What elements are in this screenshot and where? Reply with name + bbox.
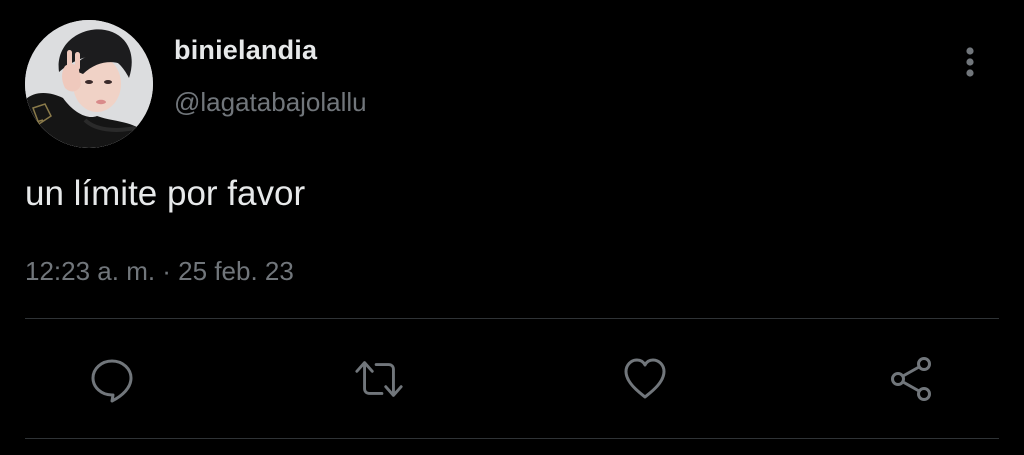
more-vertical-icon bbox=[966, 47, 974, 77]
divider-top bbox=[25, 318, 999, 319]
display-name[interactable]: binielandia bbox=[174, 35, 317, 66]
retweet-button[interactable] bbox=[353, 353, 405, 405]
share-icon bbox=[891, 357, 931, 401]
tweet-card: binielandia @lagatabajolallu un límite p… bbox=[0, 0, 1024, 455]
like-button[interactable] bbox=[619, 353, 671, 405]
share-button[interactable] bbox=[886, 353, 938, 405]
tweet-text: un límite por favor bbox=[25, 174, 306, 213]
retweet-icon bbox=[355, 361, 403, 397]
avatar-image bbox=[25, 20, 153, 148]
user-handle[interactable]: @lagatabajolallu bbox=[174, 87, 367, 118]
more-options-button[interactable] bbox=[955, 42, 985, 82]
heart-icon bbox=[624, 358, 666, 399]
reply-icon bbox=[91, 359, 133, 403]
tweet-timestamp[interactable]: 12:23 a. m. · 25 feb. 23 bbox=[25, 256, 294, 287]
reply-button[interactable] bbox=[86, 353, 138, 405]
avatar[interactable] bbox=[25, 20, 153, 148]
divider-bottom bbox=[25, 438, 999, 439]
